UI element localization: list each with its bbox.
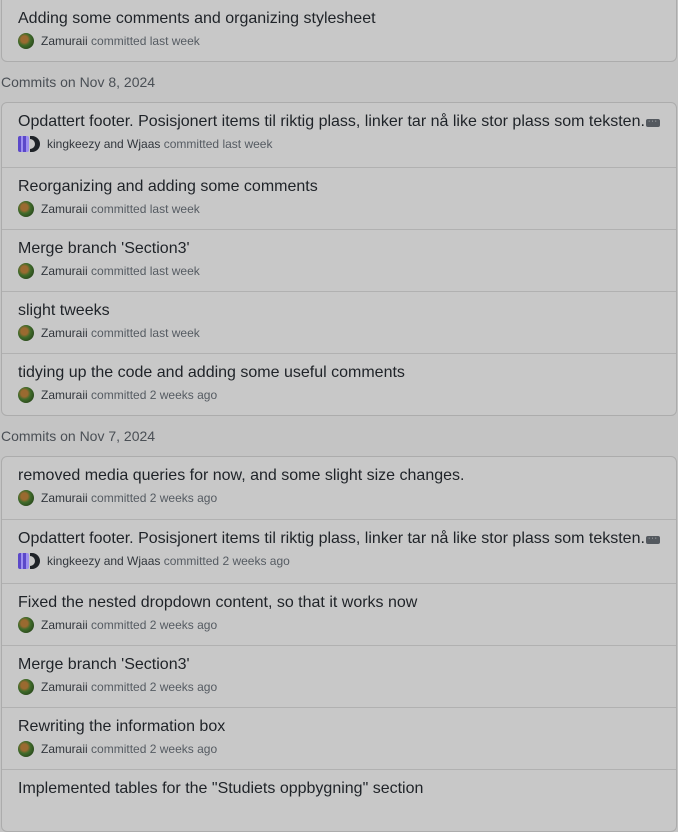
commit-meta: Zamuraii committed 2 weeks ago [18, 678, 676, 696]
avatar[interactable] [18, 33, 34, 49]
commit-author[interactable]: Zamuraii [41, 202, 88, 216]
avatar[interactable] [18, 201, 34, 217]
avatar[interactable] [18, 387, 34, 403]
avatar[interactable] [18, 325, 34, 341]
commit-title[interactable]: Merge branch 'Section3' [18, 654, 676, 676]
commit-author[interactable]: Zamuraii [41, 326, 88, 340]
commit-time: last week [222, 137, 273, 151]
commit-title[interactable]: Merge branch 'Section3' [18, 238, 676, 260]
commit-time: 2 weeks ago [222, 554, 290, 568]
commit-row[interactable]: Merge branch 'Section3' Zamuraii committe… [2, 229, 676, 291]
commit-title[interactable]: Adding some comments and organizing styl… [18, 8, 676, 30]
commit-meta: Zamuraii committed 2 weeks ago [18, 489, 676, 507]
commit-action: committed [91, 34, 147, 48]
commit-row[interactable]: Implemented tables for the "Studiets opp… [2, 769, 676, 831]
commit-meta: Zamuraii committed last week [18, 200, 676, 218]
commit-time: 2 weeks ago [149, 742, 218, 756]
commit-row[interactable]: Rewriting the information box Zamuraii co… [2, 707, 676, 769]
commit-groups: Commits on Nov 8, 2024 Opdattert footer. … [0, 62, 678, 832]
avatar[interactable] [18, 679, 34, 695]
commit-list: removed media queries for now, and some … [1, 456, 677, 832]
commit-time: last week [149, 264, 200, 278]
commit-meta: Zamuraii committed 2 weeks ago [18, 740, 676, 758]
commit-title[interactable]: Rewriting the information box [18, 716, 676, 738]
avatar[interactable] [18, 136, 29, 152]
avatar[interactable] [18, 553, 29, 569]
commits-date-header: Commits on Nov 7, 2024 [1, 428, 156, 444]
commit-action: committed [91, 618, 147, 632]
commit-author[interactable]: kingkeezy and Wjaas [47, 137, 160, 151]
commit-row[interactable]: tidying up the code and adding some usef… [2, 353, 676, 415]
commit-title[interactable]: slight tweeks [18, 300, 676, 322]
commit-title[interactable]: Implemented tables for the "Studiets opp… [18, 778, 676, 800]
avatar[interactable] [18, 263, 34, 279]
commit-author[interactable]: Zamuraii [41, 680, 88, 694]
commit-row[interactable]: slight tweeks Zamuraii committed last wee… [2, 291, 676, 353]
commit-meta: kingkeezy and Wjaas committed 2 weeks ag… [18, 552, 676, 570]
commit-row[interactable]: Fixed the nested dropdown content, so th… [2, 583, 676, 645]
ellipsis-icon[interactable]: ··· [646, 118, 660, 127]
commit-author[interactable]: kingkeezy and Wjaas [47, 554, 160, 568]
commit-action: committed [163, 137, 220, 151]
commit-time: 2 weeks ago [149, 388, 218, 402]
commit-row[interactable]: removed media queries for now, and some … [2, 457, 676, 519]
commit-row[interactable]: Merge branch 'Section3' Zamuraii committe… [2, 645, 676, 707]
commit-meta: Zamuraii committed last week [18, 262, 676, 280]
commit-author[interactable]: Zamuraii [41, 264, 88, 278]
commit-action: committed [163, 554, 220, 568]
commit-time: 2 weeks ago [149, 491, 218, 505]
commit-title[interactable]: Opdattert footer. Posisjonert items til … [18, 111, 676, 133]
commit-author[interactable]: Zamuraii [41, 34, 88, 48]
commit-row[interactable]: Reorganizing and adding some comments Zam… [2, 167, 676, 229]
commit-list: Opdattert footer. Posisjonert items til … [1, 102, 677, 416]
commit-author[interactable]: Zamuraii [41, 742, 88, 756]
commit-title[interactable]: Reorganizing and adding some comments [18, 176, 676, 198]
commit-time: last week [149, 202, 200, 216]
commit-title[interactable]: Fixed the nested dropdown content, so th… [18, 592, 676, 614]
commit-action: committed [91, 388, 147, 402]
avatar[interactable] [18, 490, 34, 506]
commit-row[interactable]: Adding some comments and organizing styl… [2, 0, 676, 61]
commit-meta: Zamuraii committed 2 weeks ago [18, 386, 676, 404]
commit-title[interactable]: tidying up the code and adding some usef… [18, 362, 676, 384]
commit-meta: Zamuraii committed last week [18, 324, 676, 342]
commit-meta: Zamuraii committed last week [18, 32, 676, 50]
commit-action: committed [91, 742, 147, 756]
avatar-pair[interactable] [18, 136, 40, 152]
commit-author[interactable]: Zamuraii [41, 388, 88, 402]
commit-title[interactable]: Opdattert footer. Posisjonert items til … [18, 528, 676, 550]
commit-action: committed [91, 326, 147, 340]
avatar[interactable] [30, 553, 40, 569]
avatar[interactable] [18, 617, 34, 633]
commit-action: committed [91, 264, 147, 278]
commit-time: last week [149, 34, 200, 48]
commit-meta: Zamuraii committed 2 weeks ago [18, 616, 676, 634]
commit-time: 2 weeks ago [149, 680, 218, 694]
commit-time: 2 weeks ago [149, 618, 218, 632]
commit-meta: kingkeezy and Wjaas committed last week [18, 135, 676, 153]
commit-action: committed [91, 202, 147, 216]
commit-title[interactable]: removed media queries for now, and some … [18, 465, 676, 487]
commits-date-header: Commits on Nov 8, 2024 [1, 74, 156, 90]
avatar[interactable] [30, 136, 40, 152]
commit-action: committed [91, 680, 147, 694]
commit-author[interactable]: Zamuraii [41, 491, 88, 505]
top-commit-box: Adding some comments and organizing styl… [1, 0, 677, 62]
commit-author[interactable]: Zamuraii [41, 618, 88, 632]
commit-action: committed [91, 491, 147, 505]
commit-row[interactable]: Opdattert footer. Posisjonert items til … [2, 103, 676, 167]
commit-row[interactable]: Opdattert footer. Posisjonert items til … [2, 519, 676, 583]
commit-time: last week [149, 326, 200, 340]
avatar[interactable] [18, 741, 34, 757]
avatar-pair[interactable] [18, 553, 40, 569]
ellipsis-icon[interactable]: ··· [646, 535, 660, 544]
